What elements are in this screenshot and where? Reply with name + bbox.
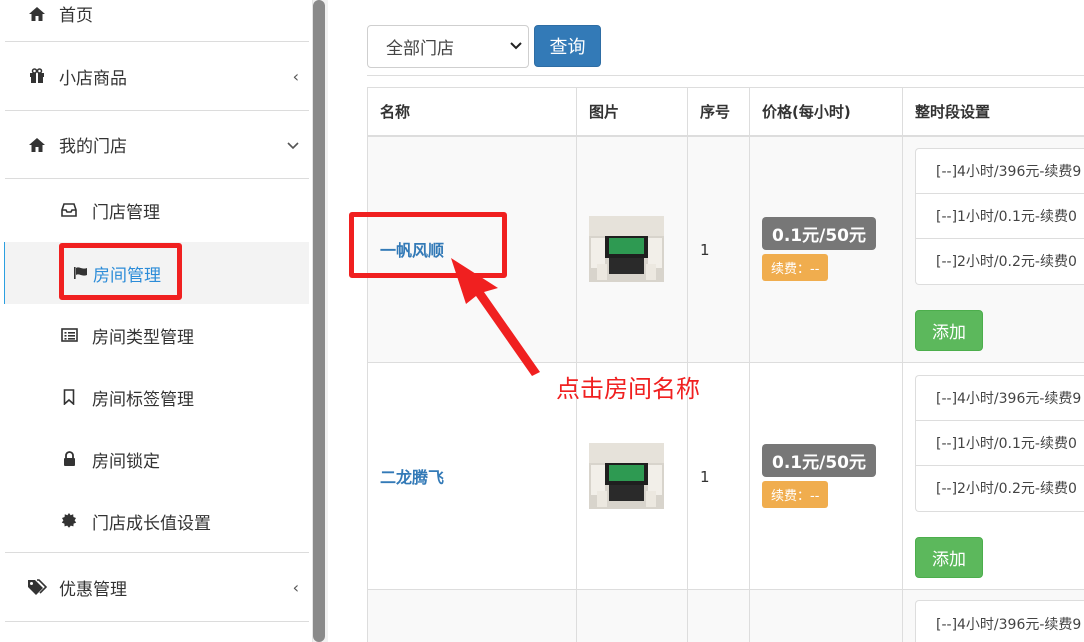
annotation-arrow — [451, 258, 540, 376]
annotation-text: 点击房间名称 — [556, 375, 700, 403]
